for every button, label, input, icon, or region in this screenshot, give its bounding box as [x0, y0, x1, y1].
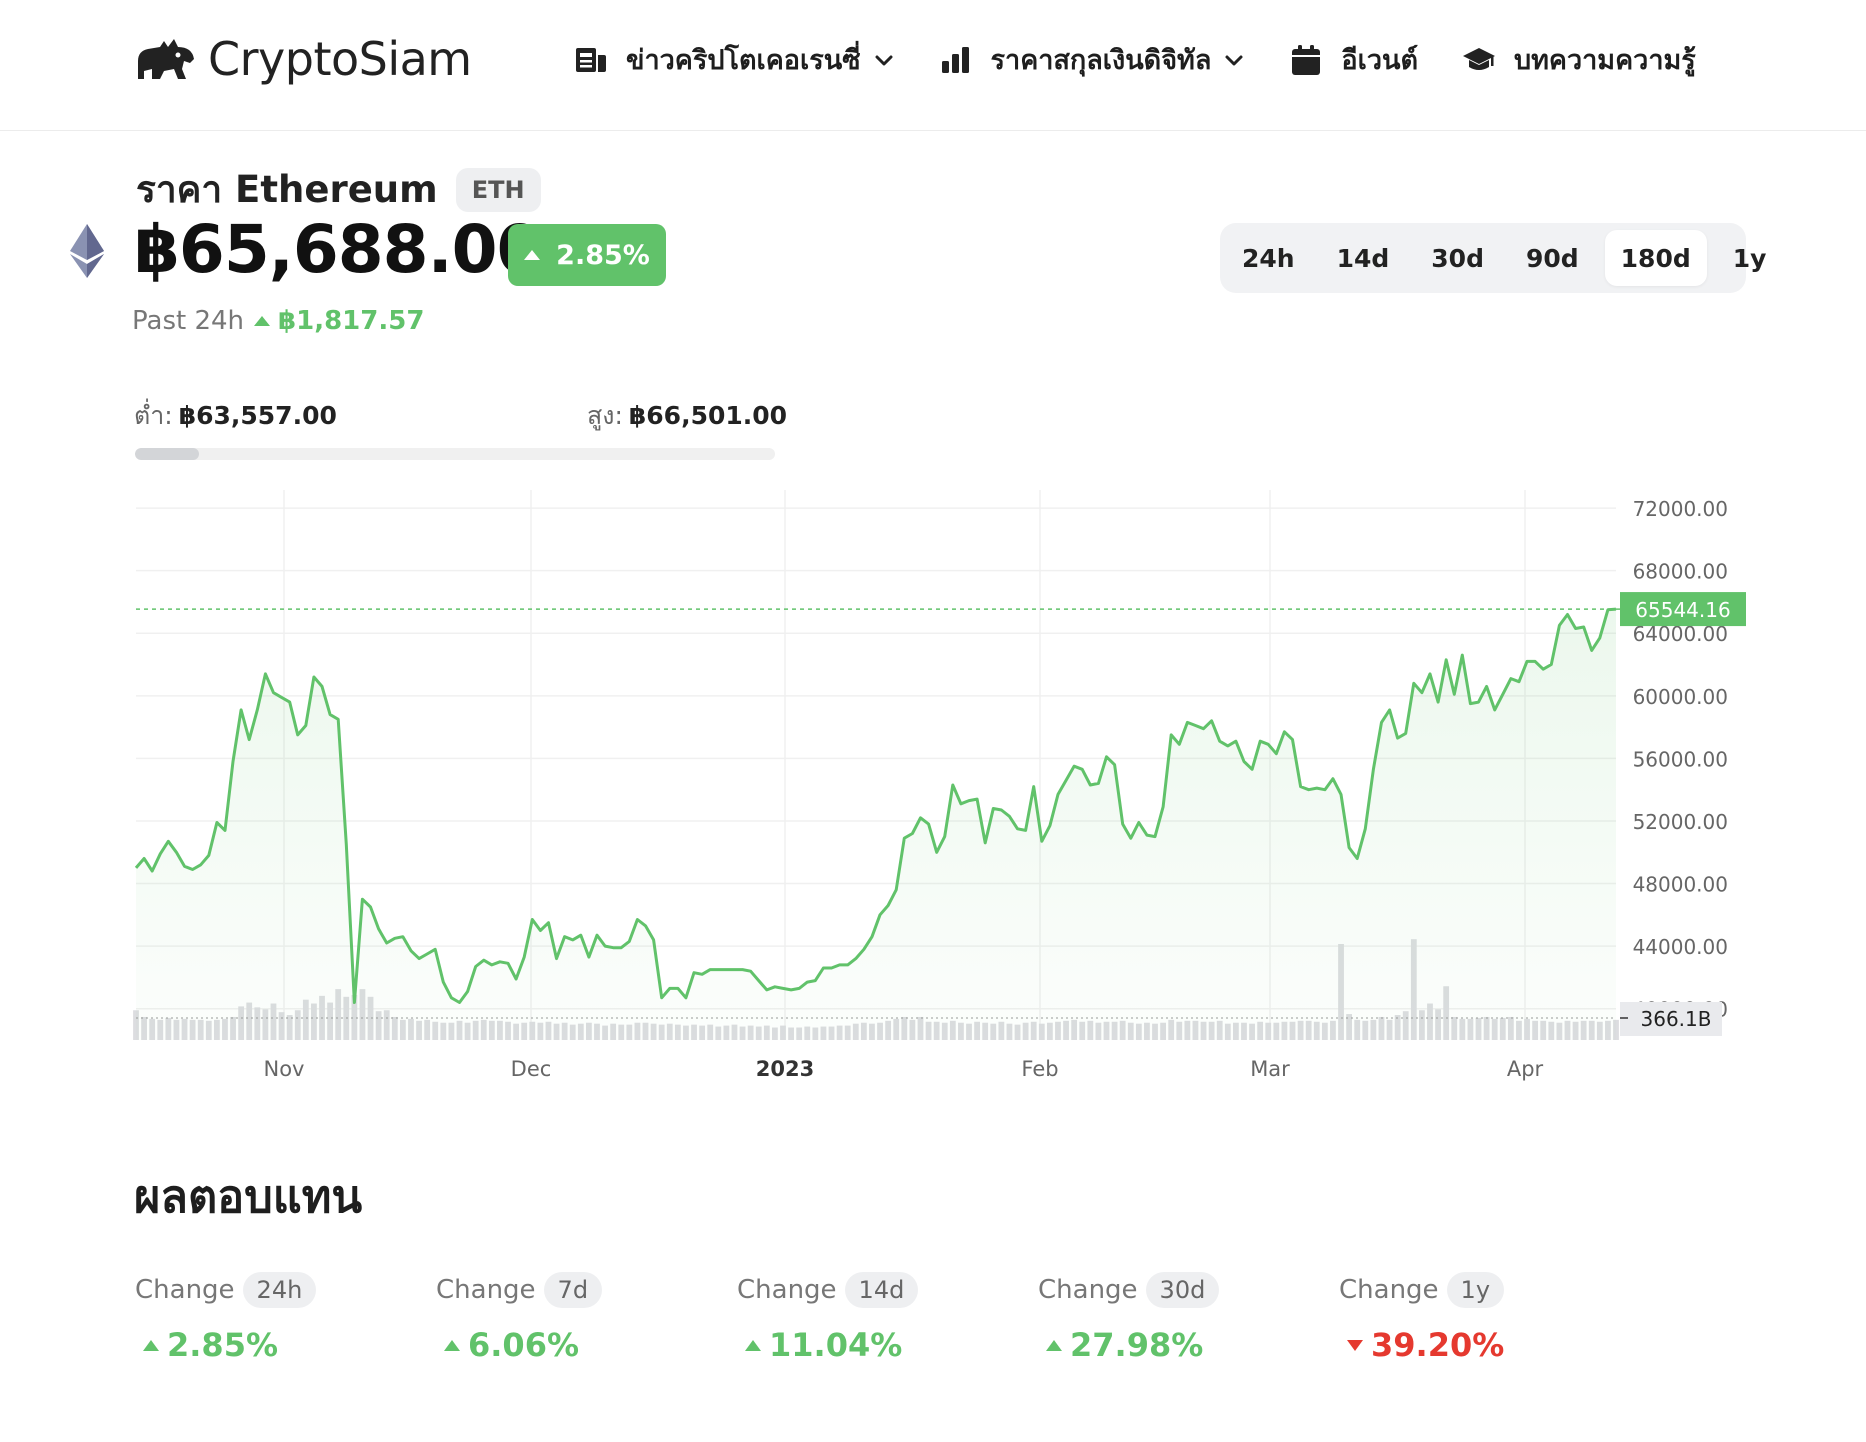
price-change-badge: 2.85% — [508, 224, 666, 286]
period-pill: 24h — [242, 1272, 317, 1308]
nav-item-events[interactable]: อีเวนต์ — [1289, 38, 1418, 81]
ethereum-icon — [70, 224, 104, 278]
y-tick-label: 68000.00 — [1633, 560, 1728, 584]
triangle-up-icon — [143, 1339, 159, 1351]
high-price: สูง: ฿66,501.00 — [587, 396, 787, 436]
nav-label: ข่าวคริปโตเคอเรนซี่ — [626, 45, 861, 76]
low-value: ฿63,557.00 — [178, 401, 337, 430]
return-item-30d: Change 30d 27.98% — [1038, 1272, 1339, 1364]
price-change-value: 2.85% — [556, 239, 650, 271]
nav-item-articles[interactable]: บทความความรู้ — [1462, 38, 1696, 81]
x-tick-label: Nov — [264, 1057, 305, 1081]
range-button-1y[interactable]: 1y — [1717, 230, 1783, 286]
period-pill: 14d — [844, 1272, 919, 1308]
range-button-90d[interactable]: 90d — [1510, 230, 1595, 286]
return-item-24h: Change 24h 2.85% — [135, 1272, 436, 1364]
return-item-1y: Change 1y 39.20% — [1339, 1272, 1640, 1364]
change-label: Change — [436, 1275, 536, 1305]
nav-label: ราคาสกุลเงินดิจิทัล — [990, 45, 1212, 76]
nav-item-news[interactable]: ข่าวคริปโตเคอเรนซี่ — [574, 38, 895, 81]
x-tick-label: 2023 — [756, 1057, 814, 1081]
volume-label: 366.1B — [1641, 1007, 1712, 1031]
high-value: ฿66,501.00 — [628, 401, 788, 430]
returns-title: ผลตอบแทน — [134, 1170, 363, 1223]
return-label: Change 7d — [436, 1272, 737, 1308]
current-price-label: 65544.16 — [1635, 598, 1730, 622]
return-value: 39.20% — [1339, 1326, 1640, 1364]
x-tick-label: Feb — [1021, 1057, 1058, 1081]
high-label: สูง: — [587, 401, 623, 430]
return-percent: 39.20% — [1371, 1326, 1505, 1364]
coin-ticker-badge: ETH — [455, 167, 541, 212]
y-tick-label: 56000.00 — [1633, 747, 1728, 771]
return-value: 6.06% — [436, 1326, 737, 1364]
y-tick-label: 48000.00 — [1633, 873, 1728, 897]
triangle-up-icon — [745, 1339, 761, 1351]
nav-label: อีเวนต์ — [1341, 45, 1418, 76]
range-button-180d[interactable]: 180d — [1604, 230, 1707, 286]
period-pill: 1y — [1446, 1272, 1505, 1308]
period-pill: 7d — [543, 1272, 603, 1308]
news-icon — [574, 43, 608, 77]
x-tick-label: Dec — [511, 1057, 552, 1081]
return-label: Change 30d — [1038, 1272, 1339, 1308]
returns-list: Change 24h 2.85% Change 7d 6.06% Change 14d 11.0… — [135, 1272, 1640, 1364]
x-tick-label: Apr — [1507, 1057, 1544, 1081]
return-value: 27.98% — [1038, 1326, 1339, 1364]
range-button-14d[interactable]: 14d — [1321, 230, 1406, 286]
return-item-14d: Change 14d 11.04% — [737, 1272, 1038, 1364]
return-label: Change 1y — [1339, 1272, 1640, 1308]
past-24h-label: Past 24h — [132, 306, 245, 336]
return-label: Change 14d — [737, 1272, 1038, 1308]
past-24h-value: ฿1,817.57 — [278, 306, 425, 336]
main-nav: ข่าวคริปโตเคอเรนซี่ ราคาสกุลเงินดิจิทัล … — [574, 38, 1696, 81]
period-pill: 30d — [1145, 1272, 1220, 1308]
graduation-cap-icon — [1462, 43, 1496, 77]
past-24h-change: Past 24h ฿1,817.57 — [132, 306, 424, 336]
change-label: Change — [135, 1275, 235, 1305]
low-price: ต่ำ: ฿63,557.00 — [134, 396, 337, 436]
calendar-icon — [1289, 43, 1323, 77]
triangle-up-icon — [444, 1339, 460, 1351]
return-item-7d: Change 7d 6.06% — [436, 1272, 737, 1364]
return-value: 11.04% — [737, 1326, 1038, 1364]
return-percent: 27.98% — [1070, 1326, 1204, 1364]
bar-chart-icon — [939, 43, 973, 77]
range-button-30d[interactable]: 30d — [1415, 230, 1500, 286]
range-button-24h[interactable]: 24h — [1226, 230, 1311, 286]
chevron-down-icon — [873, 49, 895, 71]
triangle-down-icon — [1347, 1339, 1363, 1351]
return-percent: 6.06% — [468, 1326, 580, 1364]
site-logo[interactable]: CryptoSiam — [134, 28, 472, 90]
low-label: ต่ำ: — [134, 401, 173, 430]
y-tick-label: 60000.00 — [1633, 685, 1728, 709]
price-chart[interactable]: 72000.0068000.0064000.0060000.0056000.00… — [0, 480, 1866, 1090]
y-tick-label: 44000.00 — [1633, 935, 1728, 959]
current-price: ฿65,688.00 — [134, 211, 543, 288]
nav-label: บทความความรู้ — [1513, 45, 1696, 76]
logo-text: CryptoSiam — [208, 32, 472, 86]
return-percent: 11.04% — [769, 1326, 903, 1364]
return-percent: 2.85% — [167, 1326, 279, 1364]
y-tick-label: 52000.00 — [1633, 810, 1728, 834]
triangle-up-icon — [524, 250, 541, 260]
day-range-fill — [135, 448, 199, 460]
day-range-bar — [135, 448, 775, 460]
x-tick-label: Mar — [1250, 1057, 1290, 1081]
return-value: 2.85% — [135, 1326, 436, 1364]
triangle-up-icon — [254, 316, 271, 326]
return-label: Change 24h — [135, 1272, 436, 1308]
chevron-down-icon — [1223, 49, 1245, 71]
site-header: CryptoSiam ข่าวคริปโตเคอเรนซี่ ราคาสกุลเ… — [0, 0, 1866, 131]
y-tick-label: 72000.00 — [1633, 497, 1728, 521]
triangle-up-icon — [1046, 1339, 1062, 1351]
bull-logo-icon — [138, 39, 194, 79]
change-label: Change — [737, 1275, 837, 1305]
time-range-selector: 24h 14d 30d 90d 180d 1y — [1220, 223, 1766, 293]
change-label: Change — [1339, 1275, 1439, 1305]
change-label: Change — [1038, 1275, 1138, 1305]
nav-item-prices[interactable]: ราคาสกุลเงินดิจิทัล — [939, 38, 1246, 81]
